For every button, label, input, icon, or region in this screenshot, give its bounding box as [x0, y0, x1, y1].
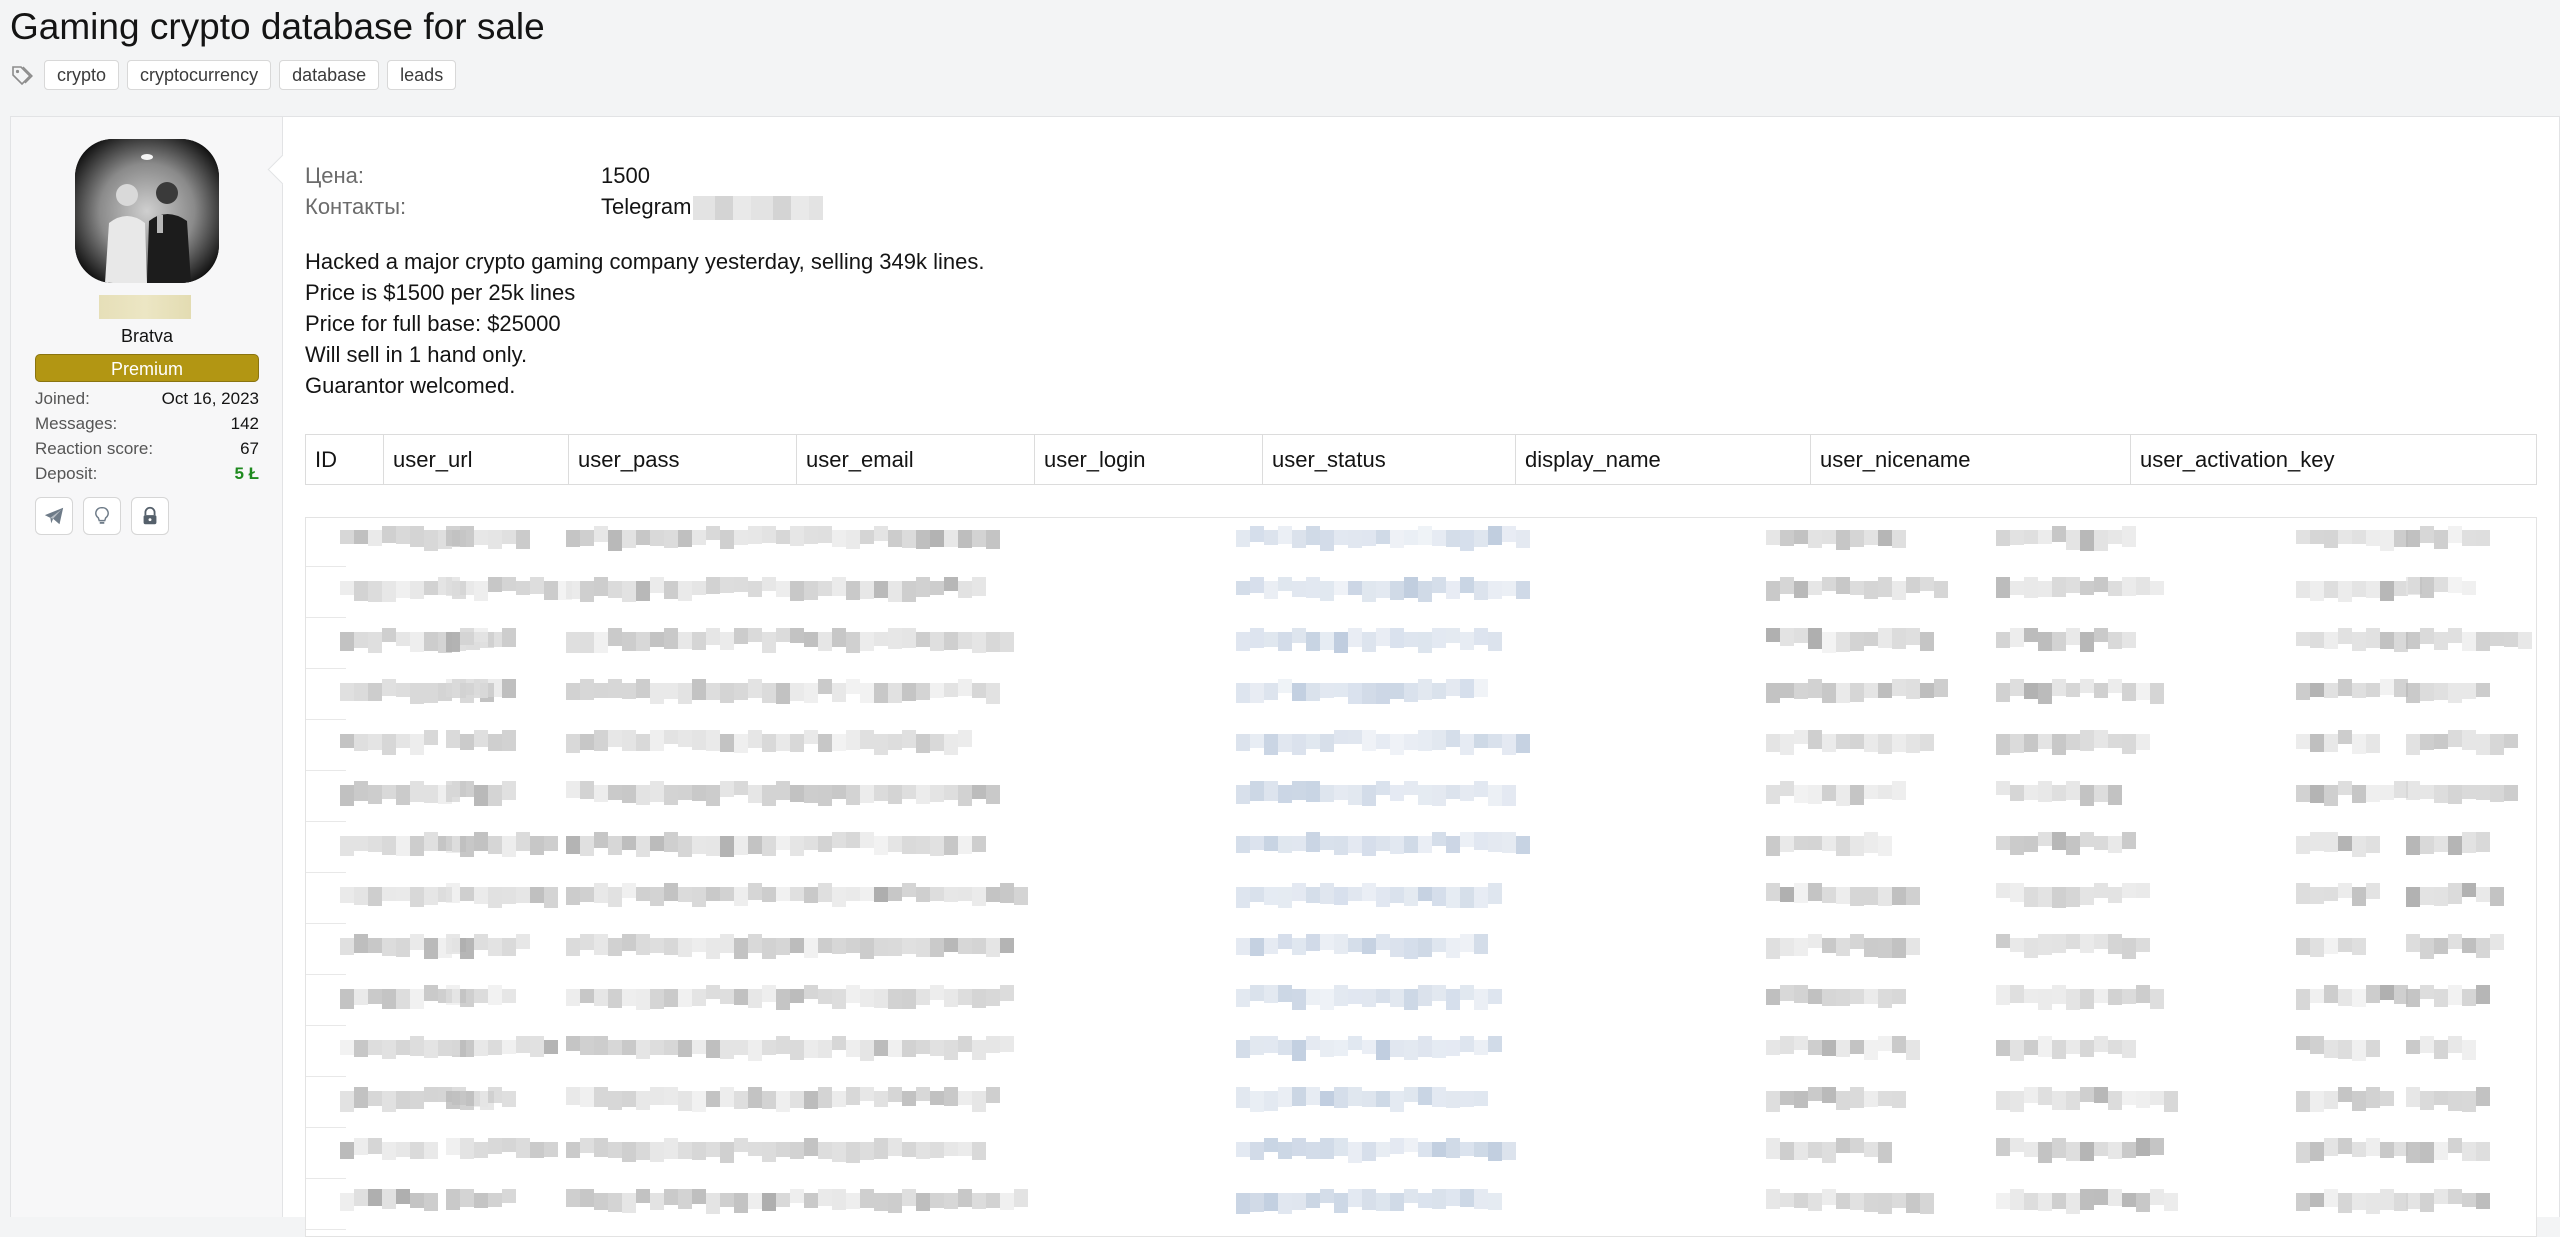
- stat-value: 5 Ł: [234, 464, 259, 483]
- username-redacted: [99, 295, 191, 319]
- pixelated-rows: [306, 526, 2532, 1230]
- tag-leads[interactable]: leads: [387, 60, 457, 90]
- premium-banner: Premium: [35, 354, 259, 382]
- redacted-row: [306, 781, 2518, 822]
- redacted-row: [306, 934, 2504, 975]
- avatar[interactable]: [75, 139, 219, 283]
- redacted-row: [306, 1138, 2490, 1179]
- tag-cryptocurrency[interactable]: cryptocurrency: [127, 60, 272, 90]
- post-line: Price for full base: $25000: [305, 311, 561, 336]
- page-header: Gaming crypto database for sale crypto c…: [0, 0, 2560, 116]
- field-label: Цена:: [305, 163, 365, 188]
- tag-database[interactable]: database: [279, 60, 380, 90]
- redacted-row: [306, 1189, 2490, 1230]
- lock-icon[interactable]: [131, 497, 169, 535]
- redacted-row: [306, 1087, 2490, 1128]
- post-line: Will sell in 1 hand only.: [305, 342, 528, 367]
- lightbulb-icon[interactable]: [83, 497, 121, 535]
- field-value: 1500: [601, 163, 650, 188]
- column-header-user-url: user_url: [384, 435, 569, 484]
- column-header-user-login: user_login: [1035, 435, 1263, 484]
- column-header-user-nicename: user_nicename: [1811, 435, 2131, 484]
- stat-reaction-score: Reaction score: 67: [35, 439, 259, 463]
- column-header-user-email: user_email: [797, 435, 1035, 484]
- post-content: Цена: 1500 Контакты: Telegram Hacked a m…: [283, 117, 2559, 1237]
- redacted-row: [306, 985, 2490, 1026]
- redacted-row: [306, 730, 2518, 771]
- post: Bratva Premium Joined: Oct 16, 2023 Mess…: [10, 116, 2560, 1237]
- tag-icon: [10, 63, 34, 87]
- column-header-user-pass: user_pass: [569, 435, 797, 484]
- column-header-display-name: display_name: [1516, 435, 1811, 484]
- stat-messages: Messages: 142: [35, 414, 259, 438]
- column-header-user-activation-key: user_activation_key: [2140, 447, 2335, 472]
- page-title: Gaming crypto database for sale: [10, 6, 545, 47]
- redacted-row: [306, 679, 2490, 720]
- telegram-icon[interactable]: [35, 497, 73, 535]
- redacted-row: [306, 526, 2490, 567]
- redacted-row: [306, 628, 2532, 669]
- contact-method: Telegram: [601, 194, 692, 219]
- stat-value: 67: [240, 439, 259, 458]
- user-title: Bratva: [120, 326, 174, 346]
- redacted-row: [306, 832, 2490, 873]
- contact-redacted: [693, 196, 824, 221]
- column-header-user-status: user_status: [1263, 435, 1516, 484]
- field-label: Контакты:: [305, 194, 407, 219]
- stat-label: Messages:: [35, 414, 118, 433]
- user-panel: Bratva Premium Joined: Oct 16, 2023 Mess…: [11, 117, 283, 1217]
- post-line: Hacked a major crypto gaming company yes…: [305, 249, 985, 274]
- redacted-data-image: [305, 517, 2537, 1237]
- field-value: Telegram: [601, 194, 824, 221]
- stat-label: Reaction score:: [35, 439, 154, 458]
- stat-label: Joined:: [35, 389, 90, 408]
- tag-list: crypto cryptocurrency database leads: [10, 60, 457, 90]
- leak-table-header: ID user_url user_pass user_email user_lo…: [305, 434, 2537, 485]
- stat-value: Oct 16, 2023: [161, 389, 259, 408]
- column-header-id: ID: [306, 435, 384, 484]
- stat-joined: Joined: Oct 16, 2023: [35, 389, 259, 413]
- redacted-row: [306, 883, 2504, 924]
- redacted-row: [306, 1036, 2476, 1077]
- stat-value: 142: [230, 414, 259, 433]
- stat-label: Deposit:: [35, 464, 98, 483]
- post-line: Price is $1500 per 25k lines: [305, 280, 576, 305]
- redacted-row: [306, 577, 2476, 618]
- post-line: Guarantor welcomed.: [305, 373, 516, 398]
- stat-deposit: Deposit: 5 Ł: [35, 464, 259, 488]
- tag-crypto[interactable]: crypto: [44, 60, 120, 90]
